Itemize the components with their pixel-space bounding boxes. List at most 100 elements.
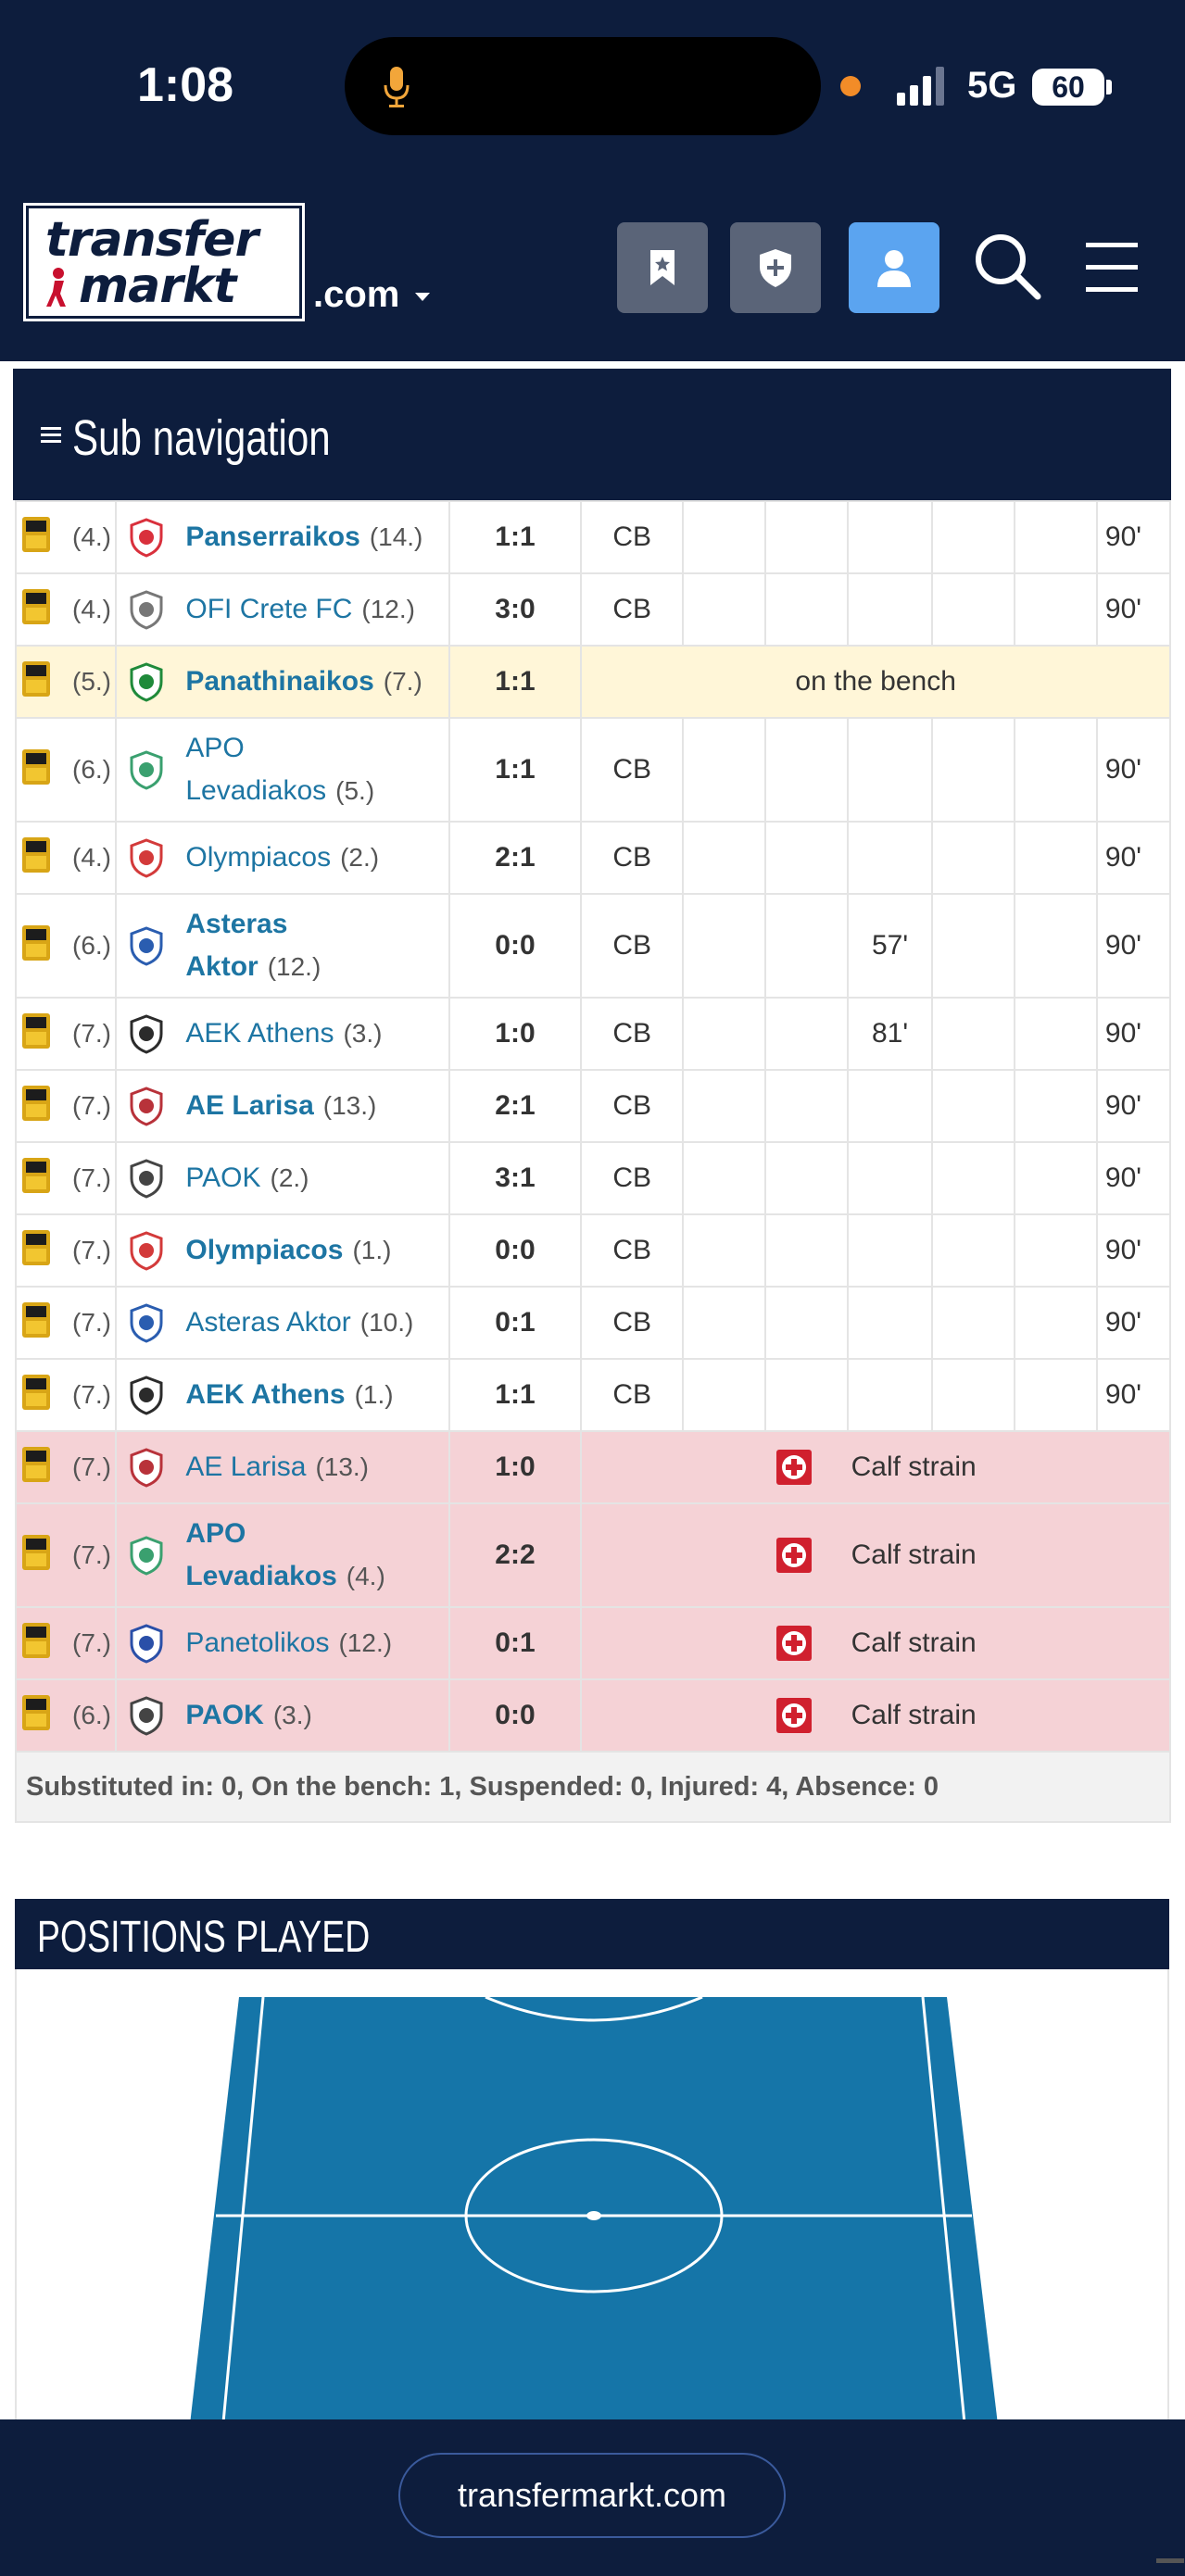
match-result-link[interactable]: 0:0	[448, 1213, 583, 1288]
opponent-crest-icon[interactable]	[126, 1230, 167, 1271]
match-result-link[interactable]: 2:2	[448, 1502, 583, 1608]
minutes-played-cell: 90'	[1095, 500, 1172, 574]
competition-logo-icon[interactable]	[22, 749, 50, 785]
injury-icon[interactable]	[775, 1449, 813, 1486]
competition-logo-icon[interactable]	[22, 1013, 50, 1049]
opponent-crest-icon[interactable]	[126, 1375, 167, 1415]
match-result-link[interactable]: 2:1	[448, 1069, 583, 1143]
competition-logo-icon[interactable]	[22, 1158, 50, 1193]
opponent-link[interactable]: PAOK (3.)	[180, 1687, 448, 1744]
stat-cell	[682, 893, 767, 999]
injury-icon[interactable]	[775, 1625, 813, 1662]
transfermarkt-logo[interactable]: transfer markt	[23, 203, 305, 321]
opponent-link[interactable]: Panetolikos (12.)	[180, 1615, 448, 1672]
competition-cell: (7.)	[14, 1358, 118, 1432]
my-club-button[interactable]	[730, 222, 821, 313]
injury-icon[interactable]	[775, 1537, 813, 1574]
competition-logo-icon[interactable]	[22, 1302, 50, 1338]
match-result-link[interactable]: 3:1	[448, 1141, 583, 1215]
opponent-crest-icon[interactable]	[126, 1158, 167, 1199]
injury-icon[interactable]	[775, 1697, 813, 1734]
watchlist-button[interactable]	[617, 222, 708, 313]
position-cell: CB	[580, 997, 685, 1071]
match-result-link[interactable]: 1:0	[448, 1430, 583, 1504]
match-result-link[interactable]: 0:0	[448, 893, 583, 999]
competition-logo-icon[interactable]	[22, 925, 50, 961]
team-league-position: (7.)	[72, 1308, 111, 1337]
competition-logo-icon[interactable]	[22, 837, 50, 873]
opponent-cell: OFI Crete FC (12.)	[115, 572, 450, 647]
opponent-crest-icon[interactable]	[126, 1535, 167, 1576]
stat-cell	[930, 500, 1015, 574]
competition-logo-icon[interactable]	[22, 1623, 50, 1658]
summary-text: Substituted in: 0, On the bench: 1, Susp…	[15, 1751, 1171, 1823]
opponent-crest-icon[interactable]	[126, 1447, 167, 1488]
opponent-crest-icon[interactable]	[126, 1013, 167, 1054]
stat-cell	[764, 893, 850, 999]
team-league-position: (7.)	[72, 1019, 111, 1048]
match-row: (7.) AE Larisa (13.) 2:1 CB 90'	[14, 1069, 1172, 1143]
opponent-link[interactable]: APO Levadiakos (5.)	[180, 720, 448, 820]
competition-logo-icon[interactable]	[22, 1535, 50, 1570]
position-cell: CB	[580, 1213, 685, 1288]
match-result-link[interactable]: 0:1	[448, 1606, 583, 1680]
opponent-league-position: (14.)	[369, 522, 423, 551]
competition-logo-icon[interactable]	[22, 1086, 50, 1121]
opponent-link[interactable]: AEK Athens (1.)	[180, 1366, 448, 1424]
match-result-link[interactable]: 1:1	[448, 645, 583, 719]
opponent-link[interactable]: OFI Crete FC (12.)	[180, 581, 448, 638]
opponent-crest-icon[interactable]	[126, 1086, 167, 1126]
match-result-link[interactable]: 3:0	[448, 572, 583, 647]
opponent-crest-icon[interactable]	[126, 517, 167, 558]
account-button[interactable]	[849, 222, 939, 313]
minutes-played-cell: 90'	[1095, 1141, 1172, 1215]
opponent-crest-icon[interactable]	[126, 837, 167, 878]
menu-icon[interactable]	[1075, 228, 1153, 306]
opponent-crest-icon[interactable]	[126, 1695, 167, 1736]
opponent-link[interactable]: AE Larisa (13.)	[180, 1077, 448, 1135]
competition-logo-icon[interactable]	[22, 1375, 50, 1410]
opponent-link[interactable]: PAOK (2.)	[180, 1150, 448, 1207]
opponent-link[interactable]: Asteras Aktor (10.)	[180, 1294, 448, 1351]
opponent-crest-icon[interactable]	[126, 749, 167, 790]
search-icon[interactable]	[969, 228, 1047, 306]
sub-navigation[interactable]: Sub navigation	[13, 369, 1171, 500]
opponent-crest-icon[interactable]	[126, 1623, 167, 1664]
match-result-link[interactable]: 2:1	[448, 821, 583, 895]
match-result-link[interactable]: 0:0	[448, 1678, 583, 1753]
match-result-link[interactable]: 1:1	[448, 717, 583, 823]
opponent-link[interactable]: Panathinaikos (7.)	[180, 653, 448, 710]
match-row: (7.) Asteras Aktor (10.) 0:1 CB 90'	[14, 1286, 1172, 1360]
opponent-link[interactable]: Asteras Aktor (12.)	[180, 896, 448, 996]
caret-down-icon[interactable]	[415, 293, 430, 301]
team-league-position: (7.)	[72, 1380, 111, 1409]
stat-cell	[764, 1358, 850, 1432]
competition-logo-icon[interactable]	[22, 517, 50, 552]
competition-logo-icon[interactable]	[22, 589, 50, 624]
competition-logo-icon[interactable]	[22, 661, 50, 697]
match-result-link[interactable]: 1:1	[448, 1358, 583, 1432]
opponent-crest-icon[interactable]	[126, 1302, 167, 1343]
opponent-link[interactable]: Olympiacos (1.)	[180, 1222, 448, 1279]
opponent-link[interactable]: Panserraikos (14.)	[180, 509, 448, 566]
opponent-crest-icon[interactable]	[126, 925, 167, 966]
url-bar[interactable]: transfermarkt.com	[398, 2453, 786, 2538]
dynamic-island	[345, 37, 821, 135]
opponent-name: AEK Athens	[185, 1379, 346, 1410]
stat-cell	[764, 1213, 850, 1288]
match-row: (4.) Olympiacos (2.) 2:1 CB 90'	[14, 821, 1172, 895]
match-result-link[interactable]: 0:1	[448, 1286, 583, 1360]
competition-logo-icon[interactable]	[22, 1230, 50, 1265]
match-result-link[interactable]: 1:0	[448, 997, 583, 1071]
opponent-link[interactable]: APO Levadiakos (4.)	[180, 1505, 448, 1605]
opponent-link[interactable]: Olympiacos (2.)	[180, 829, 448, 886]
opponent-crest-icon[interactable]	[126, 589, 167, 630]
match-result-link[interactable]: 1:1	[448, 500, 583, 574]
minutes-played-cell: 90'	[1095, 1069, 1172, 1143]
competition-logo-icon[interactable]	[22, 1447, 50, 1482]
opponent-link[interactable]: AE Larisa (13.)	[180, 1439, 448, 1496]
competition-logo-icon[interactable]	[22, 1695, 50, 1730]
opponent-link[interactable]: AEK Athens (3.)	[180, 1005, 448, 1062]
opponent-crest-icon[interactable]	[126, 661, 167, 702]
domain-selector[interactable]: .com	[313, 274, 399, 316]
